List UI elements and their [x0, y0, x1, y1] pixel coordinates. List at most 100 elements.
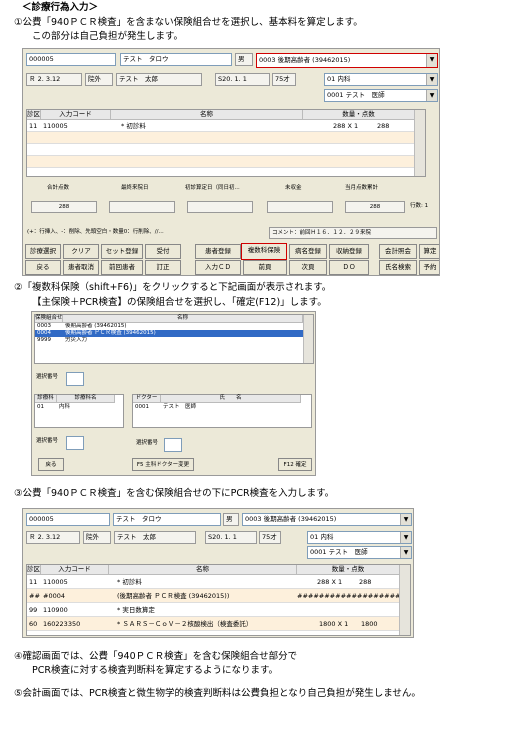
table-scrollbar[interactable]: [399, 565, 410, 635]
button-reservation[interactable]: 予約: [419, 260, 439, 275]
table-row[interactable]: ## #0004 (後期高齢者 ＰＣＲ検査 (39462015)) ######…: [27, 589, 399, 603]
button-set-register[interactable]: セット登録: [101, 244, 143, 259]
insurance-combo-select[interactable]: 0003 後期高齢者 (39462015) ▼: [242, 513, 412, 526]
button-accounting[interactable]: 会計照会: [379, 244, 417, 259]
chevron-down-icon[interactable]: ▼: [426, 90, 437, 101]
combo-name: 後期高齢者 ＰＣＲ検査 (39462015): [65, 330, 156, 336]
sum-label-first-visit: 初診算定日（同日初...: [185, 185, 240, 191]
table-row[interactable]: 11 110005 * 初診料 288 X 1 288: [27, 575, 399, 589]
button-do[interactable]: ＤＯ: [329, 260, 369, 275]
dept-code: 01: [37, 404, 44, 410]
button-reception[interactable]: 受付: [145, 244, 181, 259]
step4-line1: ④確認画面では、公費「940ＰＣＲ検査」を含む保険組合せ部分で: [14, 651, 298, 662]
col-header-combo-name: 名称: [63, 315, 303, 323]
row-points: 288: [359, 578, 372, 586]
col-header-dept: 診療科: [35, 395, 57, 403]
button-select-treatment[interactable]: 診療選択: [25, 244, 61, 259]
select-number-input-3[interactable]: [164, 438, 182, 452]
button-multi-insurance[interactable]: 複数科保険: [241, 243, 287, 260]
button-payment-register[interactable]: 収納登録: [329, 244, 369, 259]
select-number-label: 選択番号: [36, 374, 59, 380]
sum-label-last-visit: 最終来院日: [121, 185, 149, 191]
row-code: 160223350: [43, 620, 81, 628]
row-code: #0004: [43, 592, 65, 600]
combo-row-selected[interactable]: 0004 後期高齢者 ＰＣＲ検査 (39462015): [35, 330, 303, 337]
combo-row[interactable]: 0003 後期高齢者 (39462015): [35, 323, 303, 330]
patient-age: 75才: [259, 531, 281, 544]
button-calculate[interactable]: 算定: [419, 244, 439, 259]
chevron-down-icon[interactable]: ▼: [426, 74, 437, 85]
table-row[interactable]: 11 110005 * 初診料 288 X 1 288: [27, 120, 414, 132]
col-header-dept-name: 診療科名: [57, 395, 115, 403]
dialog-f12-confirm-button[interactable]: F12 確定: [278, 458, 312, 471]
step1-line1: ①公費「940ＰＣＲ検査」を含まない保険組合せを選択し、基本料を算定します。: [14, 17, 363, 28]
gender-label: 男: [223, 513, 239, 526]
button-correct[interactable]: 訂正: [145, 260, 181, 275]
row-qty: ########################: [297, 592, 399, 600]
row-ku: 11: [29, 122, 38, 130]
doctor-value: 0001 テスト 医師: [327, 91, 385, 99]
row-name: * 初診料: [121, 122, 146, 130]
input-hint: (+：行挿入、-：削除、先頭空白・数量0：行削除、//...: [27, 229, 164, 235]
combo-code: 0003: [37, 323, 51, 329]
button-name-search[interactable]: 氏名検索: [379, 260, 417, 275]
button-prev-page[interactable]: 前頁: [243, 260, 287, 275]
patient-kana-field: テスト タロウ: [113, 513, 221, 526]
col-header-doctor-name: 氏 名: [161, 395, 301, 403]
table-row-empty[interactable]: [27, 132, 414, 144]
comment-field: コメント：前回Ｈ１６．１２．２９来院: [269, 227, 437, 239]
col-header-qty: 数量・点数: [297, 565, 400, 575]
table-row[interactable]: 99 110900 * 実日数算定: [27, 603, 399, 617]
doctor-select[interactable]: 0001 テスト 医師 ▼: [307, 546, 412, 559]
patient-kana-field: テスト タロウ: [120, 53, 232, 66]
sum-value-monthly: 288: [345, 201, 405, 213]
chevron-down-icon[interactable]: ▼: [400, 514, 411, 525]
patient-age: 75才: [272, 73, 296, 86]
chevron-down-icon[interactable]: ▼: [400, 547, 411, 558]
department-select[interactable]: 01 内科 ▼: [324, 73, 438, 86]
select-number-input[interactable]: [66, 372, 84, 386]
button-next-page[interactable]: 次頁: [289, 260, 327, 275]
row-name: (後期高齢者 ＰＣＲ検査 (39462015)): [117, 592, 230, 600]
row-count: 行数: 1: [410, 203, 429, 209]
col-header-code: 入力コード: [41, 110, 111, 120]
table-scrollbar[interactable]: [414, 110, 425, 176]
combo-code: 9999: [37, 337, 51, 343]
row-name: * 実日数算定: [117, 606, 155, 614]
table-row[interactable]: 60 160223350 * ＳＡＲＳ－ＣｏＶ－２核酸検出（検査委託） 1800…: [27, 617, 399, 631]
step5-line1: ⑤会計画面では、PCR検査と微生物学的検査判断料は公費負担となり自己負担が発生し…: [14, 688, 421, 699]
gender-label: 男: [235, 53, 253, 66]
row-ku: ##: [29, 592, 40, 600]
select-number-input-2[interactable]: [66, 436, 84, 450]
step2-line2: 【主保険＋PCR検査】の保険組合せを選択し、「確定(F12)」します。: [32, 297, 327, 308]
chevron-down-icon[interactable]: ▼: [400, 532, 411, 543]
col-header-doctor: ドクター: [133, 395, 161, 403]
button-cancel-patient[interactable]: 患者取消: [63, 260, 99, 275]
chevron-down-icon[interactable]: ▼: [426, 54, 437, 67]
patient-number-field[interactable]: 000005: [26, 53, 116, 66]
row-qty: 288 X 1: [333, 122, 359, 130]
dialog-back-button[interactable]: 戻る: [38, 458, 64, 471]
doctor-code: 0001: [135, 404, 149, 410]
table-row-empty[interactable]: [27, 156, 414, 168]
button-previous-patient[interactable]: 前回患者: [101, 260, 143, 275]
dialog-f5-button[interactable]: F5 主科ドクター変更: [132, 458, 194, 471]
insurance-combo-select[interactable]: 0003 後期高齢者 (39462015) ▼: [256, 53, 438, 68]
doctor-name: テスト 医師: [163, 404, 197, 410]
combo-row[interactable]: 9999 労災入力: [35, 337, 303, 344]
combo-scrollbar[interactable]: [303, 315, 313, 363]
select-number-label-3: 選択番号: [136, 440, 159, 446]
button-clear[interactable]: クリア: [63, 244, 99, 259]
table-row-empty[interactable]: [27, 144, 414, 156]
prescription-type: 院外: [83, 531, 111, 544]
doctor-select[interactable]: 0001 テスト 医師 ▼: [324, 89, 438, 102]
col-header-ku: 診区: [27, 565, 41, 575]
button-disease-register[interactable]: 病名登録: [289, 244, 327, 259]
patient-number-field[interactable]: 000005: [26, 513, 110, 526]
combo-name: 労災入力: [65, 337, 88, 343]
button-patient-register[interactable]: 患者登録: [195, 244, 241, 259]
screen1-panel: 000005 テスト タロウ 男 0003 後期高齢者 (39462015) ▼ …: [22, 48, 440, 276]
button-back[interactable]: 戻る: [25, 260, 61, 275]
department-select[interactable]: 01 内科 ▼: [307, 531, 412, 544]
button-input-cd[interactable]: 入力ＣＤ: [195, 260, 241, 275]
